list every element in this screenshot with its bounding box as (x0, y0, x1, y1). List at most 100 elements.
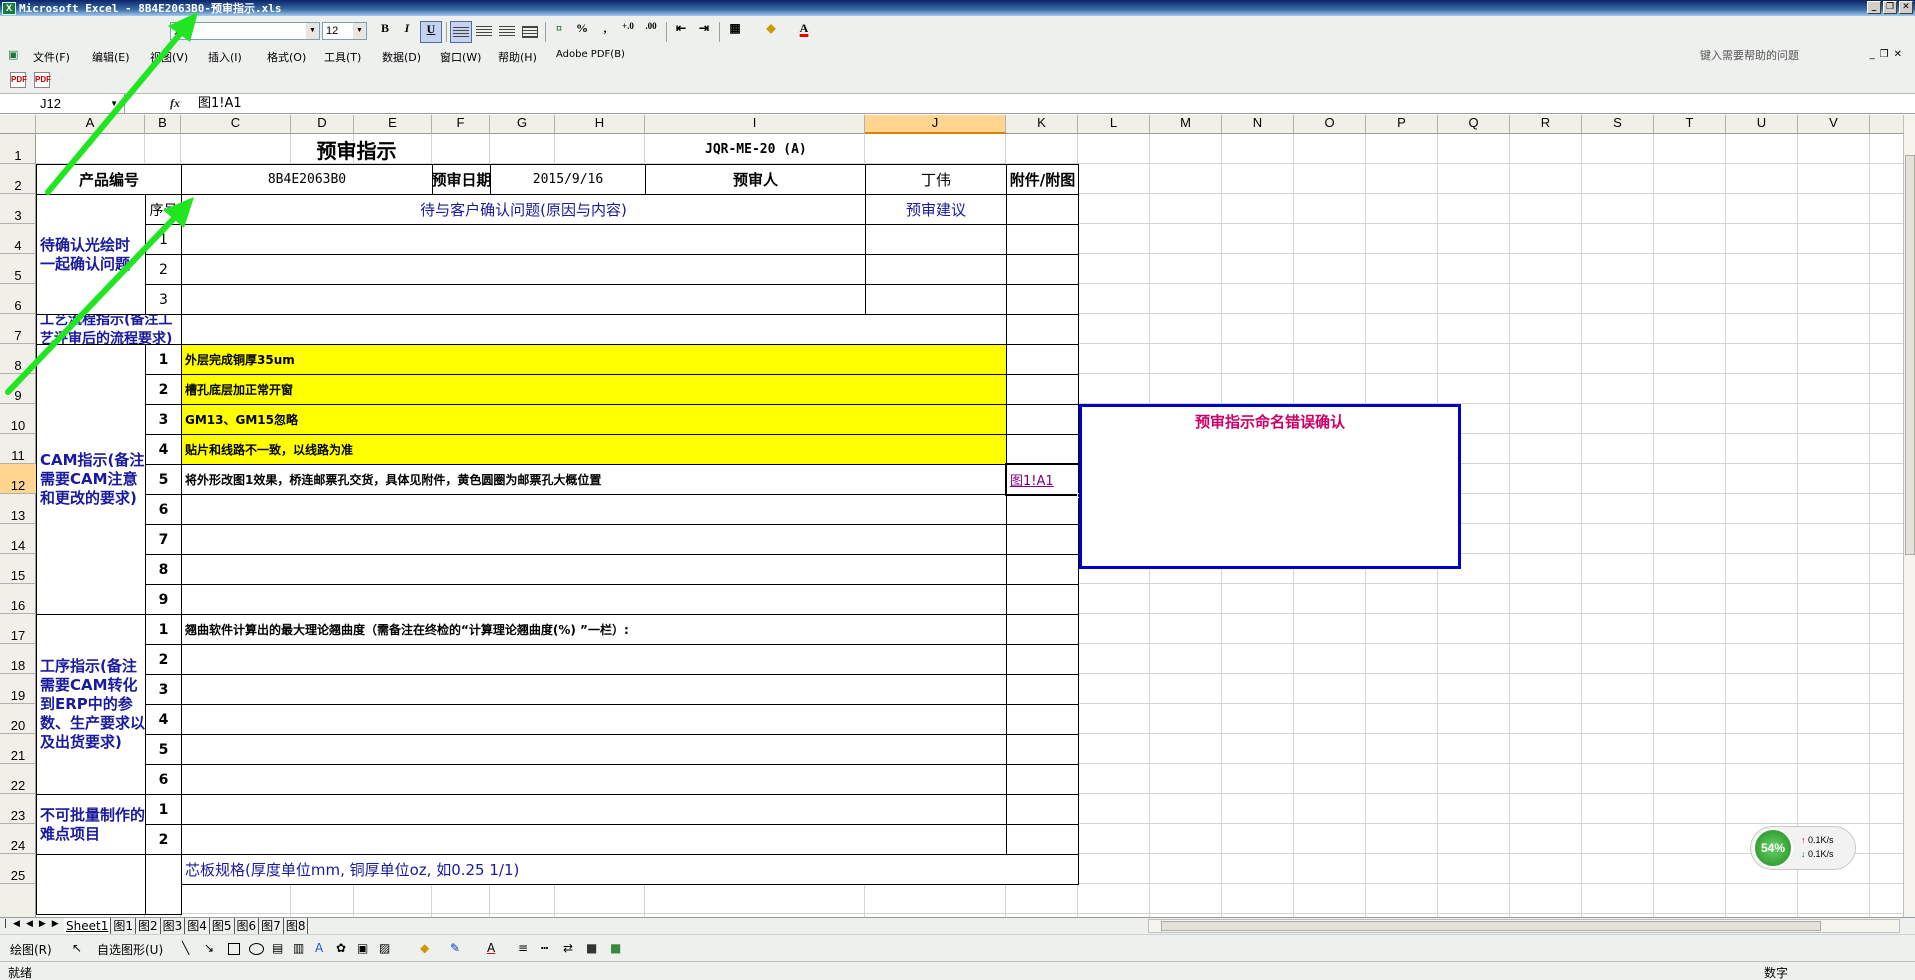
row-header-3[interactable]: 3 (0, 194, 36, 224)
column-header-Q[interactable]: Q (1438, 115, 1510, 134)
attachment-label[interactable]: 附件/附图 (1006, 164, 1079, 195)
column-header-F[interactable]: F (432, 115, 490, 134)
row-header-7[interactable]: 7 (0, 314, 36, 344)
attachment-cell[interactable] (1006, 404, 1079, 435)
cam-section-label[interactable]: CAM指示(备注需要CAM注意和更改的要求) (36, 344, 146, 615)
arrow-style-icon[interactable]: ⇄ (563, 941, 573, 955)
procedure-section-label[interactable]: 工序指示(备注需要CAM转化到ERP中的参数、生产要求以及出货要求) (36, 614, 146, 795)
font-size-select[interactable]: 12 ▼ (322, 22, 367, 40)
decrease-decimal-icon[interactable]: .00 (640, 21, 662, 43)
attachment-cell[interactable] (1006, 554, 1079, 585)
align-right-icon[interactable] (496, 21, 518, 43)
attachment-cell[interactable] (1006, 734, 1079, 765)
row-header-9[interactable]: 9 (0, 374, 36, 404)
picture-icon[interactable]: ▨ (379, 941, 390, 955)
process-section-label[interactable]: 工艺流程指示(备注工艺评审后的流程要求) (36, 314, 182, 345)
cam-row-number[interactable]: 4 (145, 434, 182, 465)
confirm-suggestion-cell[interactable] (865, 224, 1007, 255)
column-header-S[interactable]: S (1582, 115, 1654, 134)
menu-window[interactable]: 窗口(W) (440, 49, 481, 65)
vertical-textbox-icon[interactable]: ▥ (293, 941, 304, 955)
procedure-row-number[interactable]: 4 (145, 704, 182, 735)
clipart-icon[interactable]: ▣ (357, 941, 368, 955)
percent-button[interactable]: % (571, 21, 593, 43)
attachment-cell[interactable] (1006, 794, 1079, 825)
cam-row-number[interactable]: 5 (145, 464, 182, 495)
difficulty-content-cell[interactable] (181, 794, 1007, 825)
attachment-cell[interactable] (1006, 674, 1079, 705)
sheet-tab-fig5[interactable]: 图5 (210, 918, 235, 934)
menu-adobe-pdf[interactable]: Adobe PDF(B) (556, 49, 625, 60)
pdf-email-icon[interactable]: PDF (34, 72, 51, 88)
currency-icon[interactable]: ¤ (548, 21, 570, 43)
autoshapes-menu-button[interactable]: 自选图形(U) (97, 941, 163, 958)
confirm-question-cell[interactable] (181, 224, 866, 255)
row-header-5[interactable]: 5 (0, 254, 36, 284)
cam-instruction-cell[interactable]: 贴片和线路不一致，以线路为准 (181, 434, 1007, 465)
row-header-24[interactable]: 24 (0, 824, 36, 854)
font-name-select[interactable]: 宋 ▼ (170, 22, 320, 40)
underline-button[interactable]: U (420, 21, 442, 43)
confirm-question-cell[interactable] (181, 284, 866, 315)
comma-button[interactable]: , (594, 21, 616, 43)
diagram-icon[interactable]: ✿ (336, 941, 346, 955)
row-header-22[interactable]: 22 (0, 764, 36, 794)
procedure-instruction-cell[interactable] (181, 644, 1007, 675)
decrease-indent-icon[interactable]: ⇤ (670, 21, 692, 43)
attachment-cell[interactable] (1006, 344, 1079, 375)
cam-row-number[interactable]: 9 (145, 584, 182, 615)
attachment-cell[interactable] (1006, 194, 1079, 225)
difficulty-content-cell[interactable] (181, 824, 1007, 855)
row-header-2[interactable]: 2 (0, 164, 36, 194)
review-suggestion-header[interactable]: 预审建议 (865, 194, 1007, 225)
fill-color-icon[interactable]: ◆ (760, 21, 782, 43)
menu-file[interactable]: 文件(F) (33, 49, 70, 65)
align-left-icon[interactable] (450, 21, 472, 43)
row-header-12[interactable]: 12 (0, 464, 36, 494)
cam-row-number[interactable]: 6 (145, 494, 182, 525)
merge-center-icon[interactable] (519, 21, 541, 43)
name-box[interactable]: J12 ▼ (0, 94, 125, 113)
procedure-row-number[interactable]: 6 (145, 764, 182, 795)
column-header-C[interactable]: C (181, 115, 291, 134)
cam-instruction-cell[interactable] (181, 524, 1007, 555)
3d-style-icon[interactable]: ■ (610, 941, 621, 955)
arrow-icon[interactable]: ↘ (204, 941, 214, 955)
cam-instruction-cell[interactable]: 将外形改图1效果，桥连邮票孔交货，具体见附件，黄色圆圈为邮票孔大概位置 (181, 464, 1007, 495)
attachment-cell[interactable] (1006, 764, 1079, 795)
attachment-cell[interactable] (1006, 374, 1079, 405)
column-header-M[interactable]: M (1150, 115, 1222, 134)
cam-row-number[interactable]: 3 (145, 404, 182, 435)
cam-row-number[interactable]: 2 (145, 374, 182, 405)
line-icon[interactable]: ╲ (182, 941, 189, 955)
pending-questions-header[interactable]: 待与客户确认问题(原因与内容) (181, 194, 866, 225)
column-header-D[interactable]: D (291, 115, 354, 134)
cam-row-number[interactable]: 8 (145, 554, 182, 585)
cam-instruction-cell[interactable]: GM13、GM15忽略 (181, 404, 1007, 435)
sheet-tab-fig2[interactable]: 图2 (136, 918, 161, 934)
line-style-icon[interactable]: ≡ (518, 941, 528, 955)
increase-indent-icon[interactable]: ⇥ (693, 21, 715, 43)
attachment-cell[interactable] (1006, 434, 1079, 465)
column-header-J[interactable]: J (865, 115, 1006, 134)
procedure-instruction-cell[interactable] (181, 734, 1007, 765)
seq-label[interactable]: 序号 (145, 194, 182, 225)
worksheet[interactable]: ABCDEFGHIJKLMNOPQRSTUV 1 2 3 4 5 6 7 8 9 10 11 12 13… (0, 115, 1903, 917)
attachment-cell[interactable] (1006, 254, 1079, 285)
column-header-P[interactable]: P (1366, 115, 1438, 134)
textbox-naming-error[interactable]: 预审指示命名错误确认 (1079, 404, 1461, 569)
select-objects-icon[interactable]: ↖ (72, 941, 82, 955)
column-header-T[interactable]: T (1654, 115, 1726, 134)
column-header-H[interactable]: H (555, 115, 645, 134)
row-header-25[interactable]: 25 (0, 854, 36, 884)
difficulty-section-label[interactable]: 不可批量制作的难点项目 (36, 794, 146, 855)
row-header-4[interactable]: 4 (0, 224, 36, 254)
column-header-N[interactable]: N (1222, 115, 1294, 134)
process-content-cell[interactable] (181, 314, 1007, 345)
procedure-row-number[interactable]: 5 (145, 734, 182, 765)
scroll-thumb[interactable] (1905, 155, 1915, 555)
attachment-cell[interactable] (1006, 614, 1079, 645)
difficulty-row-number[interactable]: 1 (145, 794, 182, 825)
attachment-cell[interactable] (1006, 644, 1079, 675)
attachment-cell[interactable] (1006, 314, 1079, 345)
